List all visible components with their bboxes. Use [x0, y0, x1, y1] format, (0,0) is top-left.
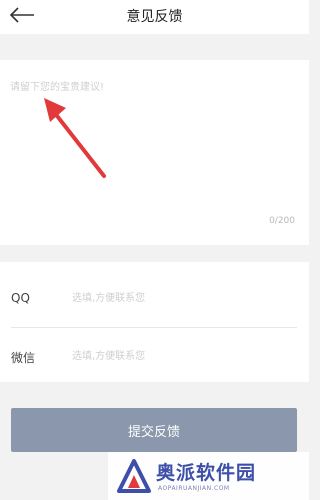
contact-card: QQ 微信 [0, 262, 309, 382]
triangle-logo-icon [117, 459, 151, 493]
qq-label: QQ [11, 291, 30, 305]
wechat-input[interactable] [72, 345, 287, 367]
qq-input[interactable] [72, 287, 287, 309]
back-button[interactable] [8, 4, 38, 26]
watermark: 奥派软件园 AOPAIRUANJIAN.COM [108, 452, 309, 500]
top-nav-bar: 意见反馈 [0, 0, 309, 34]
watermark-text: 奥派软件园 [156, 462, 257, 484]
wechat-label: 微信 [11, 351, 36, 365]
feedback-panel: 0/200 [0, 60, 309, 245]
character-counter: 0/200 [269, 216, 295, 226]
arrow-left-icon [9, 7, 34, 23]
watermark-subtext: AOPAIRUANJIAN.COM [158, 485, 230, 492]
submit-feedback-button[interactable]: 提交反馈 [11, 408, 297, 452]
wechat-row: 微信 [0, 325, 309, 383]
qq-row: QQ [0, 267, 309, 328]
feedback-textarea[interactable] [0, 60, 309, 245]
page-title: 意见反馈 [126, 9, 183, 25]
